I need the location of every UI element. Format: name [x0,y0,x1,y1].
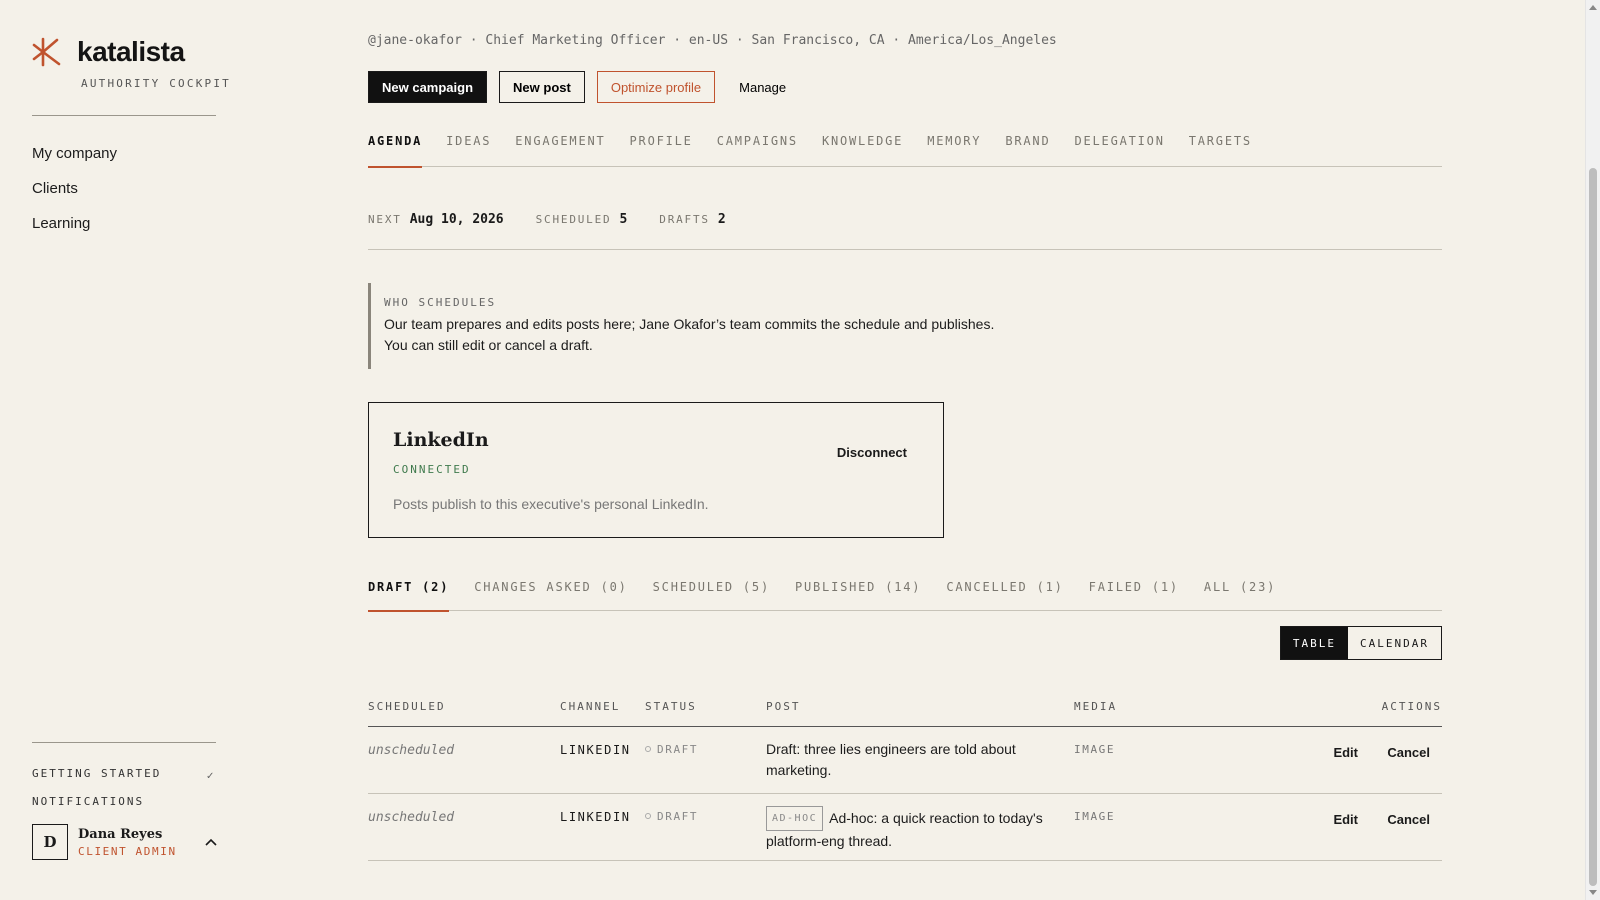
calendar-view-button[interactable]: CALENDAR [1348,627,1441,659]
table-row: unscheduled LINKEDIN DRAFT AD-HOC Ad-hoc:… [368,794,1442,861]
user-role: CLIENT ADMIN [78,844,177,858]
new-post-button[interactable]: New post [499,71,585,103]
notifications-link[interactable]: NOTIFICATIONS [32,795,144,808]
tab-draft[interactable]: DRAFT (2) [368,569,450,612]
executive-meta: @jane-okafor · Chief Marketing Officer ·… [368,33,1057,48]
new-campaign-button[interactable]: New campaign [368,71,488,103]
tab-campaigns[interactable]: CAMPAIGNS [717,125,798,167]
column-header-scheduled: SCHEDULED [368,700,446,713]
divider [32,115,216,116]
status-tabs: DRAFT (2) CHANGES ASKED (0) SCHEDULED (5… [368,569,1442,612]
status-cell: DRAFT [645,743,698,756]
posts-table: SCHEDULED CHANNEL STATUS POST MEDIA ACTI… [368,693,1442,861]
table-header: SCHEDULED CHANNEL STATUS POST MEDIA ACTI… [368,693,1442,727]
getting-started-link[interactable]: GETTING STARTED [32,767,161,780]
who-schedules-callout: WHO SCHEDULES Our team prepares and edit… [368,283,994,369]
tab-published[interactable]: PUBLISHED (14) [795,569,921,611]
section-tabs: AGENDA IDEAS ENGAGEMENT PROFILE CAMPAIGN… [368,125,1442,168]
scheduled-count: 5 [619,212,628,227]
status-text: DRAFT [657,810,699,823]
tab-delegation[interactable]: DELEGATION [1074,125,1164,167]
column-header-media: MEDIA [1074,700,1118,713]
scheduled-label: SCHEDULED [535,213,612,226]
media-cell: IMAGE [1074,743,1116,756]
channel-title: LinkedIn [393,429,489,451]
brand[interactable]: katalista [31,36,185,68]
user-menu[interactable]: D Dana Reyes CLIENT ADMIN [32,824,218,860]
view-toggle: TABLE CALENDAR [1279,626,1442,660]
tab-failed[interactable]: FAILED (1) [1089,569,1179,611]
linkedin-channel-card: LinkedIn CONNECTED Posts publish to this… [368,402,944,538]
cancel-button[interactable]: Cancel [1387,745,1430,760]
tab-changes-asked[interactable]: CHANGES ASKED (0) [474,569,627,611]
channel-description: Posts publish to this executive's person… [393,496,709,512]
sidebar-nav: My company Clients Learning [32,143,117,248]
callout-title: WHO SCHEDULES [384,296,497,309]
ad-hoc-tag: AD-HOC [766,806,824,831]
tab-brand[interactable]: BRAND [1005,125,1050,167]
header-actions: New campaign New post Optimize profile M… [368,71,810,103]
scrollbar[interactable] [1585,0,1600,900]
channel-status: CONNECTED [393,463,471,476]
table-view-button[interactable]: TABLE [1280,627,1349,659]
cancel-button[interactable]: Cancel [1387,812,1430,827]
sidebar-item-learning[interactable]: Learning [32,213,117,248]
check-icon: ✓ [206,771,215,782]
column-header-channel: CHANNEL [560,700,621,713]
brand-subtitle: AUTHORITY COCKPIT [81,77,231,90]
drafts-label: DRAFTS [659,213,710,226]
column-header-actions: ACTIONS [1381,700,1442,713]
tab-agenda[interactable]: AGENDA [368,125,423,168]
tab-scheduled[interactable]: SCHEDULED (5) [653,569,770,611]
tab-knowledge[interactable]: KNOWLEDGE [822,125,903,167]
channel-cell: LINKEDIN [560,810,631,824]
scheduled-cell: unscheduled [368,743,455,758]
manage-button[interactable]: Manage [727,71,798,103]
channel-cell: LINKEDIN [560,743,631,757]
agenda-summary: NEXT Aug 10, 2026 SCHEDULED 5 DRAFTS 2 [368,212,1442,250]
tab-cancelled[interactable]: CANCELLED (1) [946,569,1063,611]
callout-line: Our team prepares and edits posts here; … [384,316,995,332]
tab-memory[interactable]: MEMORY [927,125,981,167]
post-cell[interactable]: AD-HOC Ad-hoc: a quick reaction to today'… [766,806,1056,852]
callout-text: Our team prepares and edits posts here; … [384,314,994,356]
post-cell[interactable]: Draft: three lies engineers are told abo… [766,739,1056,781]
sidebar: katalista AUTHORITY COCKPIT My company C… [0,0,240,900]
edit-button[interactable]: Edit [1333,745,1358,760]
draft-status-icon [645,746,651,752]
draft-status-icon [645,813,651,819]
status-cell: DRAFT [645,810,698,823]
tab-profile[interactable]: PROFILE [630,125,693,167]
user-name: Dana Reyes [78,826,163,842]
scrollbar-thumb[interactable] [1589,168,1597,886]
column-header-status: STATUS [645,700,697,713]
scroll-down-arrow-icon[interactable] [1589,890,1597,895]
next-value: Aug 10, 2026 [409,212,504,227]
brand-name: katalista [77,36,185,67]
column-header-post: POST [766,700,801,713]
drafts-count: 2 [717,212,726,227]
callout-line: You can still edit or cancel a draft. [384,337,593,353]
sidebar-item-clients[interactable]: Clients [32,178,117,213]
divider [32,742,216,743]
table-row: unscheduled LINKEDIN DRAFT Draft: three … [368,727,1442,794]
disconnect-button[interactable]: Disconnect [837,445,907,460]
scroll-up-arrow-icon[interactable] [1589,5,1597,10]
tab-targets[interactable]: TARGETS [1189,125,1252,167]
sidebar-item-my-company[interactable]: My company [32,143,117,178]
chevron-up-icon[interactable] [204,835,218,849]
tab-engagement[interactable]: ENGAGEMENT [515,125,605,167]
scheduled-cell: unscheduled [368,810,455,825]
edit-button[interactable]: Edit [1333,812,1358,827]
media-cell: IMAGE [1074,810,1116,823]
tab-ideas[interactable]: IDEAS [446,125,491,167]
tab-all[interactable]: ALL (23) [1204,569,1276,611]
katalista-logo-icon [32,37,61,67]
avatar: D [32,824,68,860]
status-text: DRAFT [657,743,699,756]
optimize-profile-button[interactable]: Optimize profile [596,71,716,103]
next-label: NEXT [368,213,402,226]
